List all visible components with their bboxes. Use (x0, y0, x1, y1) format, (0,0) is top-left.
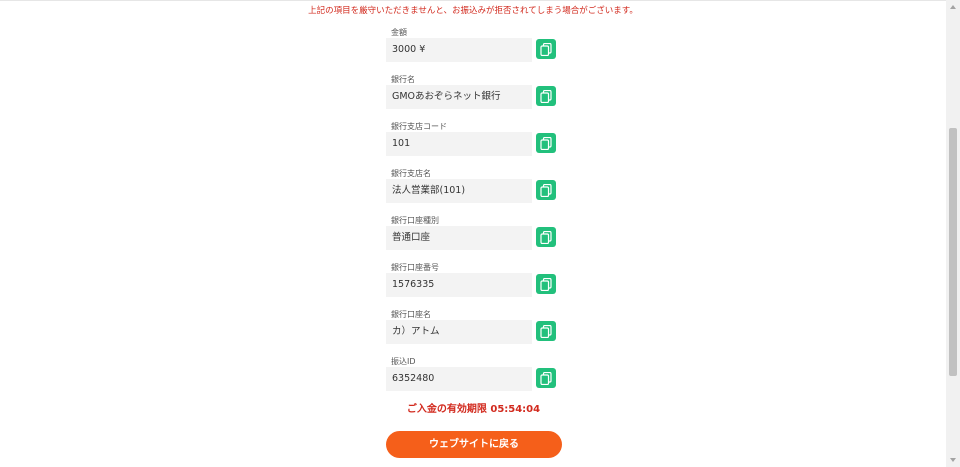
scroll-down-arrow-icon[interactable] (950, 458, 956, 462)
copy-icon (540, 277, 552, 291)
copy-icon (540, 89, 552, 103)
copy-button[interactable] (536, 86, 556, 106)
field-account-name: 銀行口座名 カ）アトム (386, 307, 566, 354)
field-bank-name: 銀行名 GMOあおぞらネット銀行 (386, 72, 566, 119)
field-value[interactable]: 法人営業部(101) (386, 179, 532, 203)
copy-icon (540, 230, 552, 244)
copy-button[interactable] (536, 39, 556, 59)
copy-icon (540, 183, 552, 197)
field-value[interactable]: 普通口座 (386, 226, 532, 250)
field-value[interactable]: カ）アトム (386, 320, 532, 344)
warning-notice: 上記の項目を厳守いただきませんと、お振込みが拒否されてしまう場合がございます。 (308, 6, 638, 16)
field-label: 銀行口座番号 (391, 263, 439, 272)
payment-deadline: ご入金の有効期限 05:54:04 (406, 404, 541, 415)
scroll-up-arrow-icon[interactable] (950, 5, 956, 9)
back-to-website-button[interactable]: ウェブサイトに戻る (386, 431, 562, 458)
field-account-type: 銀行口座種別 普通口座 (386, 213, 566, 260)
field-label: 金額 (391, 28, 407, 37)
field-value[interactable]: 3000 ¥ (386, 38, 532, 62)
copy-button[interactable] (536, 180, 556, 200)
field-label: 銀行名 (391, 75, 415, 84)
field-branch-code: 銀行支店コード 101 (386, 119, 566, 166)
copy-button[interactable] (536, 227, 556, 247)
top-divider (0, 0, 946, 1)
field-label: 銀行支店名 (391, 169, 431, 178)
field-label: 銀行支店コード (391, 122, 447, 131)
field-value[interactable]: 6352480 (386, 367, 532, 391)
copy-icon (540, 371, 552, 385)
copy-button[interactable] (536, 274, 556, 294)
copy-button[interactable] (536, 321, 556, 341)
field-account-number: 銀行口座番号 1576335 (386, 260, 566, 307)
field-label: 銀行口座名 (391, 310, 431, 319)
field-value[interactable]: GMOあおぞらネット銀行 (386, 85, 532, 109)
copy-icon (540, 42, 552, 56)
field-label: 銀行口座種別 (391, 216, 439, 225)
field-label: 振込ID (391, 357, 416, 366)
copy-icon (540, 324, 552, 338)
scroll-thumb[interactable] (949, 128, 957, 376)
copy-button[interactable] (536, 133, 556, 153)
vertical-scrollbar[interactable] (946, 0, 960, 467)
bank-transfer-form: 金額 3000 ¥ 銀行名 GMOあおぞらネット銀行 銀行支店コード 101 銀… (386, 25, 566, 401)
field-amount: 金額 3000 ¥ (386, 25, 566, 72)
copy-button[interactable] (536, 368, 556, 388)
field-transfer-id: 振込ID 6352480 (386, 354, 566, 401)
field-value[interactable]: 1576335 (386, 273, 532, 297)
copy-icon (540, 136, 552, 150)
field-branch-name: 銀行支店名 法人営業部(101) (386, 166, 566, 213)
field-value[interactable]: 101 (386, 132, 532, 156)
